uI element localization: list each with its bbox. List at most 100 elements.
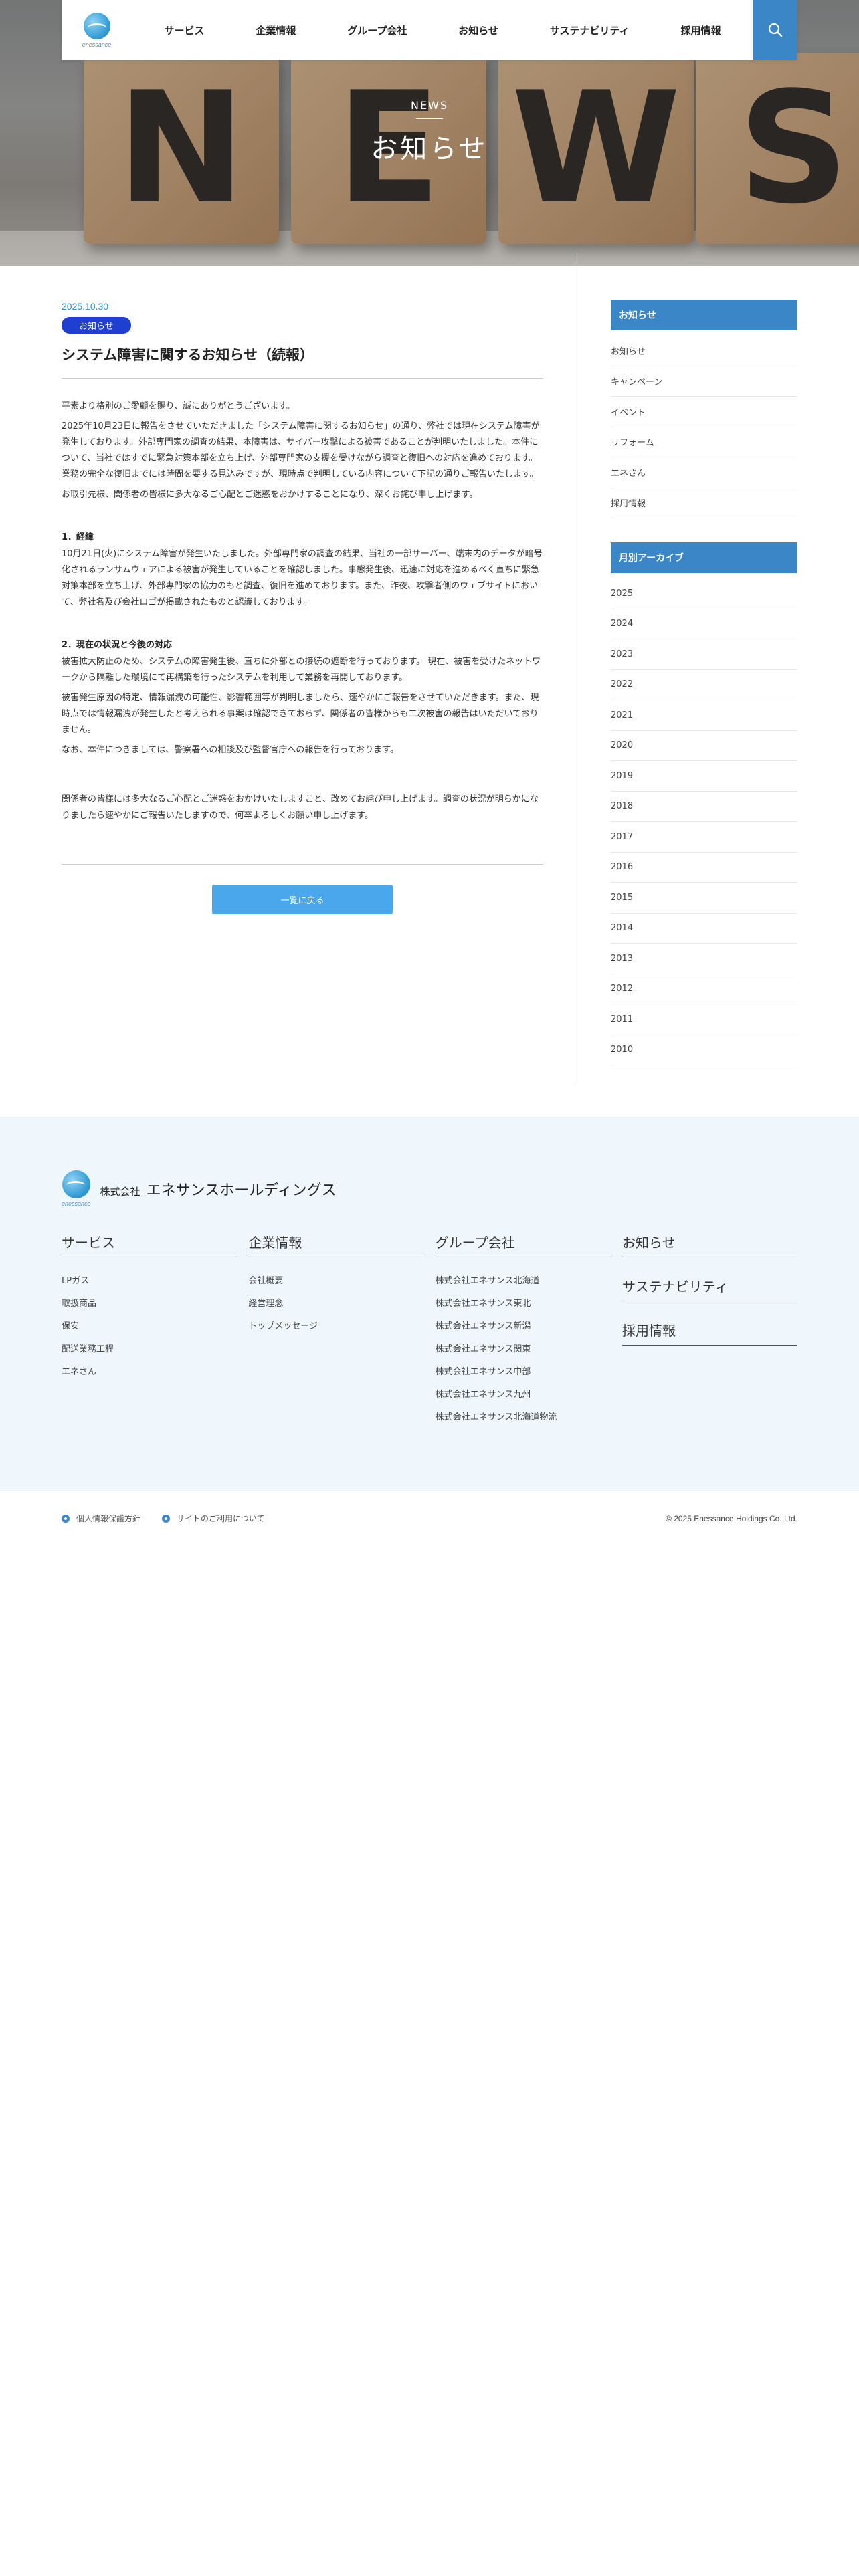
nav-menu: サービス 企業情報 グループ会社 お知らせ サステナビリティ 採用情報 <box>132 23 753 37</box>
footer-link[interactable]: LPガス <box>62 1268 237 1291</box>
footer-col-service: サービス LPガス 取扱商品 保安 配送業務工程 エネさん <box>62 1232 237 1427</box>
archive-year[interactable]: 2011 <box>611 1004 797 1035</box>
sidebar-item-reform[interactable]: リフォーム <box>611 427 797 457</box>
article-paragraph: 平素より格別のご愛顧を賜り、誠にありがとうございます。 <box>62 401 295 411</box>
logo-icon <box>62 1170 90 1198</box>
archive-year[interactable]: 2018 <box>611 792 797 822</box>
search-button[interactable] <box>753 0 797 60</box>
article: 2025.10.30 お知らせ システム障害に関するお知らせ（続報） 平素より格… <box>62 301 543 914</box>
footer-link[interactable]: 経営理念 <box>248 1291 423 1313</box>
footer-link[interactable]: 株式会社エネサンス北海道 <box>436 1268 611 1291</box>
footer-heading-news[interactable]: お知らせ <box>622 1232 797 1257</box>
divider <box>62 864 543 865</box>
footer-col-group: グループ会社 株式会社エネサンス北海道 株式会社エネサンス東北 株式会社エネサン… <box>435 1232 611 1427</box>
footer-link[interactable]: エネさん <box>62 1359 237 1382</box>
archive-year[interactable]: 2012 <box>611 974 797 1004</box>
sidebar-item-enesan[interactable]: エネさん <box>611 457 797 488</box>
archive-year[interactable]: 2015 <box>611 883 797 914</box>
legal-link-label: 個人情報保護方針 <box>76 1514 141 1523</box>
section-heading: 1．経緯 <box>62 532 94 542</box>
footer-link[interactable]: 株式会社エネサンス新潟 <box>436 1313 611 1336</box>
logo-text: enessance <box>82 41 112 48</box>
archive-year[interactable]: 2025 <box>611 578 797 609</box>
archive-year[interactable]: 2023 <box>611 639 797 670</box>
article-paragraph: なお、本件につきましては、警察署への相談及び監督官庁への報告を行っております。 <box>62 745 399 755</box>
footer-company: 株式会社 エネサンスホールディングス <box>100 1178 337 1200</box>
archive-list: 2025 2024 2023 2022 2021 2020 2019 2018 … <box>611 578 797 1065</box>
article-paragraph: 10月21日(火)にシステム障害が発生いたしました。外部専門家の調査の結果、当社… <box>62 549 543 607</box>
article-date: 2025.10.30 <box>62 301 109 312</box>
nav-item-news[interactable]: お知らせ <box>458 23 498 37</box>
nav-item-recruit[interactable]: 採用情報 <box>680 23 721 37</box>
search-icon <box>768 23 783 37</box>
archive-year[interactable]: 2010 <box>611 1035 797 1065</box>
company-name: エネサンスホールディングス <box>146 1182 337 1199</box>
legal-link-label: サイトのご利用について <box>177 1514 265 1523</box>
legal-bar: 個人情報保護方針 サイトのご利用について © 2025 Enessance Ho… <box>62 1513 797 1524</box>
footer-logo[interactable]: enessance 株式会社 エネサンスホールディングス <box>62 1170 337 1207</box>
sidebar-item-news[interactable]: お知らせ <box>611 336 797 366</box>
site-logo[interactable]: enessance <box>62 0 132 60</box>
nav-item-corporate[interactable]: 企業情報 <box>256 23 296 37</box>
sidebar-category-heading: お知らせ <box>611 300 797 330</box>
footer-heading-recruit[interactable]: 採用情報 <box>622 1320 797 1346</box>
article-paragraph: 被害発生原因の特定、情報漏洩の可能性、影響範囲等が判明しましたら、速やかにご報告… <box>62 693 539 735</box>
footer-link[interactable]: 配送業務工程 <box>62 1336 237 1359</box>
footer-link[interactable]: トップメッセージ <box>248 1313 423 1336</box>
global-nav: enessance サービス 企業情報 グループ会社 お知らせ サステナビリティ… <box>62 0 797 60</box>
category-badge: お知らせ <box>62 317 131 334</box>
company-prefix: 株式会社 <box>100 1185 140 1198</box>
archive-year[interactable]: 2016 <box>611 853 797 883</box>
footer-link[interactable]: 株式会社エネサンス東北 <box>436 1291 611 1313</box>
legal-links: 個人情報保護方針 サイトのご利用について <box>62 1513 265 1524</box>
archive-year[interactable]: 2019 <box>611 761 797 792</box>
footer-link[interactable]: 株式会社エネサンス関東 <box>436 1336 611 1359</box>
archive-year[interactable]: 2014 <box>611 914 797 944</box>
copyright: © 2025 Enessance Holdings Co.,Ltd. <box>666 1513 797 1523</box>
privacy-policy-link[interactable]: 個人情報保護方針 <box>62 1513 140 1524</box>
nav-item-group[interactable]: グループ会社 <box>347 23 407 37</box>
archive-year[interactable]: 2013 <box>611 944 797 974</box>
footer-col-corporate: 企業情報 会社概要 経営理念 トップメッセージ <box>248 1232 424 1427</box>
footer-col-misc: お知らせ サステナビリティ 採用情報 <box>622 1232 797 1427</box>
footer-logo-mark: enessance <box>62 1170 91 1207</box>
footer-heading-group[interactable]: グループ会社 <box>435 1232 611 1257</box>
footer-heading-service[interactable]: サービス <box>62 1232 237 1257</box>
footer-columns: サービス LPガス 取扱商品 保安 配送業務工程 エネさん 企業情報 会社概要 … <box>62 1232 797 1427</box>
category-list: お知らせ キャンペーン イベント リフォーム エネさん 採用情報 <box>611 336 797 518</box>
footer-link[interactable]: 会社概要 <box>248 1268 423 1291</box>
archive-year[interactable]: 2024 <box>611 609 797 639</box>
archive-year[interactable]: 2020 <box>611 731 797 761</box>
circle-arrow-icon <box>162 1514 171 1523</box>
circle-arrow-icon <box>62 1514 70 1523</box>
sidebar: お知らせ お知らせ キャンペーン イベント リフォーム エネさん 採用情報 月別… <box>611 300 797 1065</box>
site-footer: enessance 株式会社 エネサンスホールディングス サービス LPガス 取… <box>0 1117 859 1491</box>
sidebar-item-recruit[interactable]: 採用情報 <box>611 488 797 518</box>
sidebar-item-event[interactable]: イベント <box>611 397 797 427</box>
article-title: システム障害に関するお知らせ（続報） <box>62 347 314 363</box>
divider <box>62 378 543 379</box>
logo-text: enessance <box>62 1200 91 1207</box>
footer-link[interactable]: 株式会社エネサンス九州 <box>436 1382 611 1404</box>
footer-link[interactable]: 株式会社エネサンス北海道物流 <box>436 1404 611 1427</box>
back-to-list-button[interactable]: 一覧に戻る <box>212 885 393 914</box>
footer-link[interactable]: 取扱商品 <box>62 1291 237 1313</box>
nav-item-sustainability[interactable]: サステナビリティ <box>550 23 630 37</box>
footer-link[interactable]: 株式会社エネサンス中部 <box>436 1359 611 1382</box>
archive-year[interactable]: 2021 <box>611 700 797 731</box>
archive-year[interactable]: 2017 <box>611 822 797 853</box>
hero-heading: NEWS お知らせ <box>0 99 859 166</box>
footer-link[interactable]: 保安 <box>62 1313 237 1336</box>
footer-heading-corporate[interactable]: 企業情報 <box>248 1232 424 1257</box>
nav-item-service[interactable]: サービス <box>164 23 204 37</box>
hero-divider <box>416 118 443 119</box>
terms-of-use-link[interactable]: サイトのご利用について <box>162 1513 265 1524</box>
article-paragraph: 2025年10月23日に報告をさせていただきました「システム障害に関するお知らせ… <box>62 421 540 479</box>
sidebar-item-campaign[interactable]: キャンペーン <box>611 366 797 397</box>
section-heading: 2．現在の状況と今後の対応 <box>62 640 173 650</box>
sidebar-archive-heading: 月別アーカイブ <box>611 542 797 573</box>
article-paragraph: お取引先様、関係者の皆様に多大なるご心配とご迷惑をおかけすることになり、深くお詫… <box>62 490 478 500</box>
archive-year[interactable]: 2022 <box>611 670 797 700</box>
footer-heading-sustainability[interactable]: サステナビリティ <box>622 1276 797 1301</box>
